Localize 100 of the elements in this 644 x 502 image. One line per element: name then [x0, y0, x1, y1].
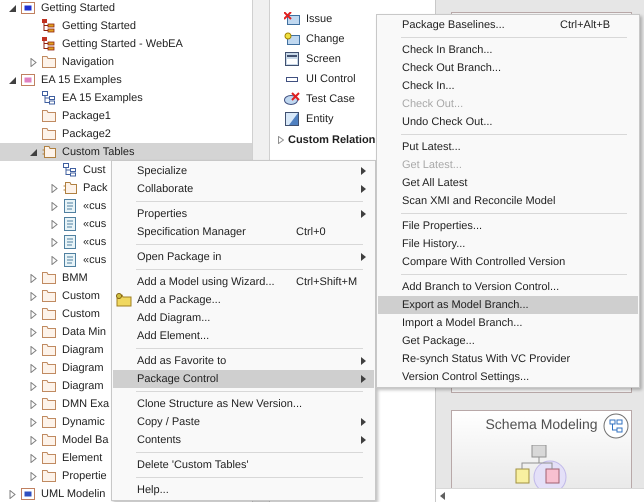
expand-arrow-icon[interactable] — [50, 238, 59, 246]
expand-arrow-icon[interactable] — [29, 400, 38, 408]
expand-arrow-icon[interactable] — [29, 58, 38, 66]
tree-item-label[interactable]: Cust — [83, 162, 106, 178]
tree-item-label[interactable]: Pack — [83, 180, 108, 196]
expand-arrow-icon[interactable] — [29, 436, 38, 444]
menu-item[interactable]: Properties — [113, 205, 374, 223]
menu-item[interactable]: Delete 'Custom Tables' — [113, 456, 374, 474]
expand-arrow-icon[interactable] — [29, 328, 38, 336]
expand-arrow-icon[interactable] — [29, 274, 38, 282]
tree-item-label[interactable]: UML Modelin — [41, 486, 106, 502]
menu-item[interactable]: Version Control Settings... — [378, 368, 638, 386]
tree-item-label[interactable]: Propertie — [62, 468, 107, 484]
expand-arrow-icon[interactable] — [50, 220, 59, 228]
tree-item-label[interactable]: Custom — [62, 306, 100, 322]
menu-item[interactable]: Export as Model Branch... — [378, 296, 638, 314]
collapse-arrow-icon[interactable] — [8, 76, 17, 84]
tree-item-label[interactable]: Getting Started — [62, 18, 136, 34]
menu-item[interactable]: Re-synch Status With VC Provider — [378, 350, 638, 368]
tree-item-label[interactable]: EA 15 Examples — [62, 90, 143, 106]
menu-item[interactable]: Get Package... — [378, 332, 638, 350]
tree-item-label[interactable]: Model Ba — [62, 432, 108, 448]
expand-arrow-icon[interactable] — [278, 136, 284, 144]
model-icon — [21, 74, 35, 86]
menu-item[interactable]: Add a Model using Wizard... Ctrl+Shift+M — [113, 273, 374, 291]
tree-item-label[interactable]: Element — [62, 450, 102, 466]
toolbox-item[interactable]: Test Case — [306, 90, 355, 108]
tree-item-label[interactable]: «cus — [83, 216, 106, 232]
diagram-icon — [63, 163, 77, 177]
folder-icon — [116, 293, 132, 307]
expand-arrow-icon[interactable] — [29, 364, 38, 372]
diagram-badge-icon — [603, 413, 629, 439]
collapse-arrow-icon[interactable] — [8, 4, 17, 12]
menu-item[interactable]: Put Latest... — [378, 138, 638, 156]
menu-item[interactable]: Add Element... — [113, 327, 374, 345]
tree-item-label[interactable]: DMN Exa — [62, 396, 110, 412]
scroll-left-icon[interactable] — [440, 492, 445, 500]
tree-item-label[interactable]: «cus — [83, 252, 106, 268]
expand-arrow-icon[interactable] — [29, 418, 38, 426]
tree-item-label[interactable]: Getting Started - WebEA — [62, 36, 183, 52]
tree-item-label[interactable]: Getting Started — [41, 0, 115, 16]
menu-item[interactable]: Add as Favorite to — [113, 352, 374, 370]
horizontal-scrollbar[interactable] — [436, 488, 644, 502]
menu-item[interactable]: Collaborate — [113, 180, 374, 198]
expand-arrow-icon[interactable] — [29, 382, 38, 390]
menu-item[interactable]: File History... — [378, 235, 638, 253]
tree-item-label[interactable]: Package2 — [62, 126, 111, 142]
menu-item[interactable]: Undo Check Out... — [378, 113, 638, 131]
tree-item-label[interactable]: Diagram — [62, 378, 104, 394]
menu-item[interactable]: Check Out Branch... — [378, 59, 638, 77]
menu-item[interactable]: Import a Model Branch... — [378, 314, 638, 332]
toolbox-section-header[interactable]: Custom Relation — [288, 132, 376, 148]
menu-item[interactable]: Help... — [113, 481, 374, 499]
collapse-arrow-icon[interactable] — [29, 148, 38, 156]
menu-item[interactable]: Add Branch to Version Control... — [378, 278, 638, 296]
expand-arrow-icon[interactable] — [50, 256, 59, 264]
expand-arrow-icon[interactable] — [29, 472, 38, 480]
expand-arrow-icon[interactable] — [29, 454, 38, 462]
tree-item-label[interactable]: Package1 — [62, 108, 111, 124]
expand-arrow-icon[interactable] — [50, 184, 59, 192]
expand-arrow-icon[interactable] — [29, 346, 38, 354]
menu-item[interactable]: Compare With Controlled Version — [378, 253, 638, 271]
menu-item[interactable]: Specialize — [113, 162, 374, 180]
diagram-icon — [42, 91, 56, 105]
tree-item-label[interactable]: «cus — [83, 234, 106, 250]
menu-item[interactable]: Package Control — [113, 370, 374, 388]
tree-item-label[interactable]: Data Min — [62, 324, 106, 340]
menu-item[interactable]: Get All Latest — [378, 174, 638, 192]
toolbox-item[interactable]: UI Control — [306, 70, 356, 88]
expand-arrow-icon[interactable] — [29, 292, 38, 300]
tree-item-label[interactable]: «cus — [83, 198, 106, 214]
menu-item[interactable]: Open Package in — [113, 248, 374, 266]
tree-row-highlight[interactable]: Custom Tables — [0, 143, 252, 161]
toolbox-item[interactable]: Screen — [306, 50, 341, 68]
menu-item[interactable]: Add Diagram... — [113, 309, 374, 327]
menu-item[interactable]: Contents — [113, 431, 374, 449]
tree-item-label[interactable]: Navigation — [62, 54, 114, 70]
tree-item-label[interactable]: EA 15 Examples — [41, 72, 122, 88]
menu-item[interactable]: Add a Package... — [113, 291, 374, 309]
toolbox-item[interactable]: Issue — [306, 10, 332, 28]
menu-item[interactable]: Specification Manager Ctrl+0 — [113, 223, 374, 241]
expand-arrow-icon[interactable] — [8, 490, 17, 498]
tree-item-label[interactable]: BMM — [62, 270, 88, 286]
menu-item[interactable]: Check In... — [378, 77, 638, 95]
tree-item-label[interactable]: Custom — [62, 288, 100, 304]
menu-item[interactable]: Copy / Paste — [113, 413, 374, 431]
toolbox-item[interactable]: Change — [306, 30, 345, 48]
menu-item[interactable]: File Properties... — [378, 217, 638, 235]
menu-item[interactable]: Scan XMI and Reconcile Model — [378, 192, 638, 210]
tree-item-label[interactable]: Diagram — [62, 360, 104, 376]
menu-item[interactable]: Clone Structure as New Version... — [113, 395, 374, 413]
expand-arrow-icon[interactable] — [29, 310, 38, 318]
toolbox-item[interactable]: Entity — [306, 110, 334, 128]
menu-item[interactable]: Package Baselines... Ctrl+Alt+B — [378, 16, 638, 34]
tree-item-label[interactable]: Custom Tables — [62, 144, 135, 160]
tree-item-label[interactable]: Dynamic — [62, 414, 105, 430]
expand-arrow-icon[interactable] — [50, 202, 59, 210]
menu-item[interactable]: Check In Branch... — [378, 41, 638, 59]
tree-item-label[interactable]: Diagram — [62, 342, 104, 358]
test-case-icon — [284, 92, 300, 106]
